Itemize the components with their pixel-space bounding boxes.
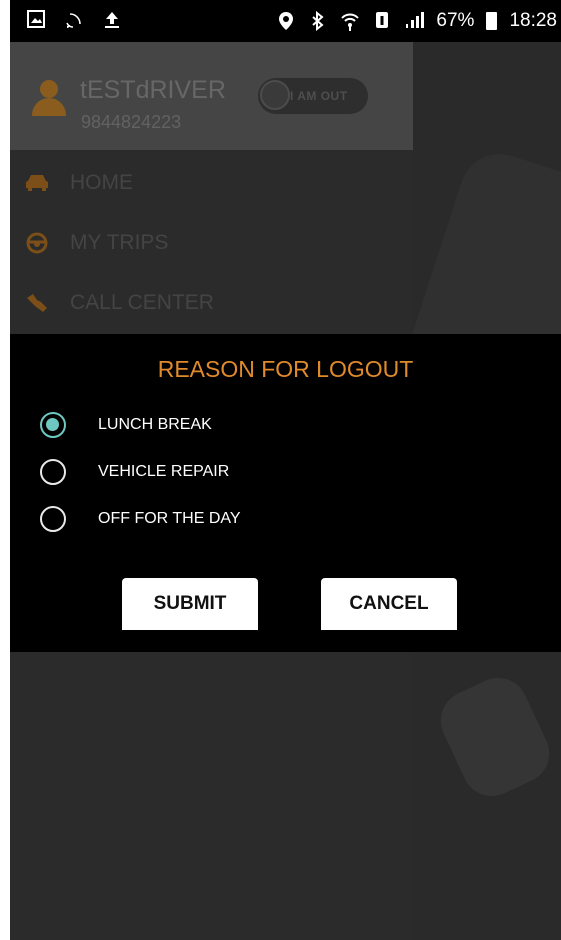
menu-label: HOME — [70, 171, 133, 194]
upload-icon — [102, 10, 122, 30]
bluetooth-icon — [308, 10, 328, 32]
clock: 18:28 — [509, 10, 557, 31]
option-label: OFF FOR THE DAY — [98, 510, 241, 527]
duty-toggle[interactable]: I AM OUT — [258, 78, 368, 114]
submit-button[interactable]: SUBMIT — [122, 578, 258, 630]
cast-icon — [64, 10, 84, 30]
option-vehicle-repair[interactable]: VEHICLE REPAIR — [40, 457, 440, 487]
radio-button[interactable] — [40, 412, 66, 438]
status-bar: 67% 18:28 — [10, 0, 561, 42]
toggle-knob — [260, 80, 290, 110]
option-off-for-the-day[interactable]: OFF FOR THE DAY — [40, 504, 440, 534]
logout-reason-dialog: REASON FOR LOGOUT LUNCH BREAK VEHICLE RE… — [10, 334, 561, 652]
radio-button[interactable] — [40, 459, 66, 485]
wifi-icon — [340, 11, 360, 31]
driver-name: tESTdRIVER — [80, 76, 226, 104]
driver-phone: 9844824223 — [81, 112, 182, 132]
cancel-button[interactable]: CANCEL — [321, 578, 457, 630]
option-label: LUNCH BREAK — [98, 416, 212, 433]
menu-label: CALL CENTER — [70, 291, 214, 314]
location-icon — [276, 11, 296, 31]
radio-button[interactable] — [40, 506, 66, 532]
avatar-icon — [28, 78, 70, 120]
app-screen: 67% 18:28 tESTdRIVER 9844824223 I AM OUT — [10, 0, 561, 940]
steering-wheel-icon — [24, 232, 50, 254]
option-lunch-break[interactable]: LUNCH BREAK — [40, 410, 440, 440]
battery-icon — [486, 12, 498, 30]
battery-percent: 67% — [436, 10, 475, 31]
menu-item-call-center[interactable]: CALL CENTER — [10, 280, 413, 328]
option-label: VEHICLE REPAIR — [98, 463, 230, 480]
sim-icon — [372, 11, 392, 31]
phone-icon — [24, 292, 50, 314]
toggle-label: I AM OUT — [290, 89, 348, 103]
profile-header: tESTdRIVER 9844824223 I AM OUT — [10, 42, 413, 150]
gallery-icon — [26, 10, 46, 30]
signal-icon — [404, 11, 425, 31]
car-icon — [24, 172, 50, 194]
menu-label: MY TRIPS — [70, 231, 169, 254]
menu-item-home[interactable]: HOME — [10, 160, 413, 208]
dialog-title: REASON FOR LOGOUT — [157, 356, 414, 382]
menu-item-my-trips[interactable]: MY TRIPS — [10, 220, 413, 268]
